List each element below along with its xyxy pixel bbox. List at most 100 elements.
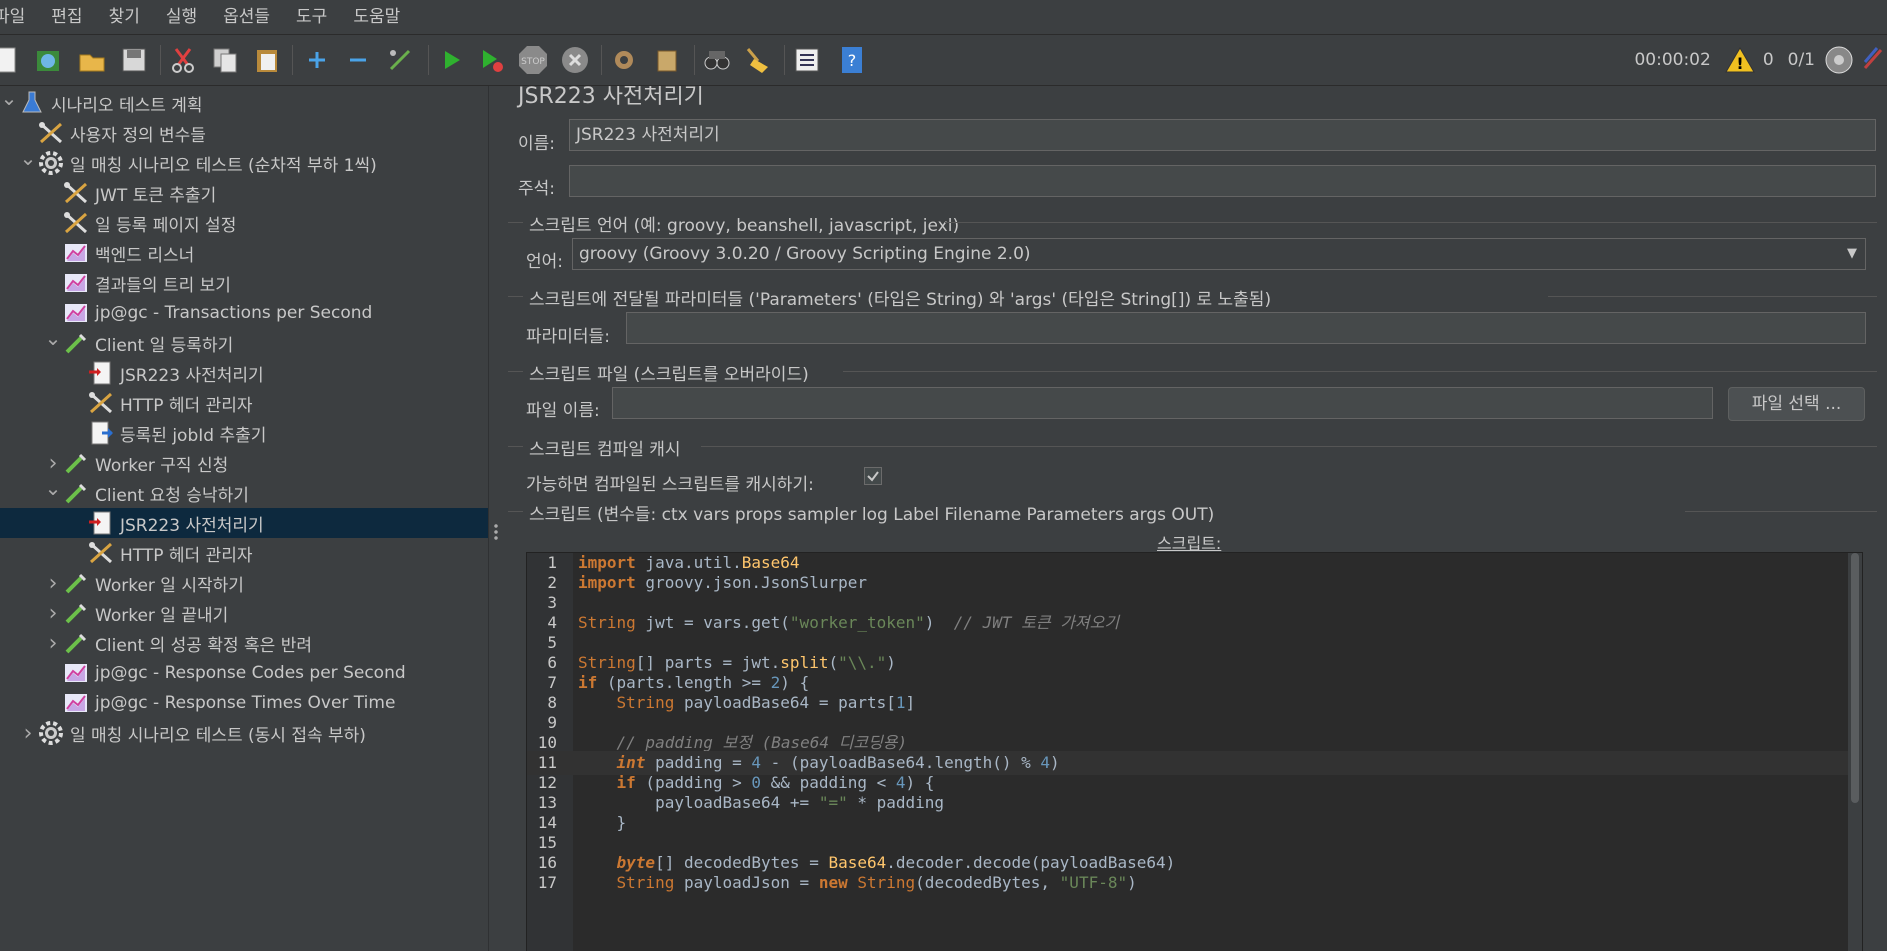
expand-icon[interactable] bbox=[300, 43, 334, 77]
comment-field[interactable] bbox=[569, 165, 1876, 197]
script-label: 스크립트: bbox=[1157, 534, 1222, 553]
code-token: ) { bbox=[780, 673, 810, 692]
remote-start-icon[interactable] bbox=[607, 43, 641, 77]
language-select[interactable]: groovy (Groovy 3.0.20 / Groovy Scripting… bbox=[572, 238, 1866, 270]
gear-icon bbox=[37, 150, 65, 176]
tree-node[interactable]: 일 등록 페이지 설정 bbox=[0, 208, 488, 238]
active-threads: 0/1 bbox=[1787, 50, 1815, 70]
code-line[interactable]: 17 String payloadJson = new String(decod… bbox=[527, 871, 1862, 895]
code-token: 4 bbox=[895, 773, 906, 792]
chevron-down-icon[interactable]: ⌄ bbox=[44, 326, 62, 350]
code-token: ( bbox=[828, 653, 839, 672]
name-field[interactable]: JSR223 사전처리기 bbox=[569, 119, 1876, 151]
chevron-right-icon[interactable]: › bbox=[19, 721, 37, 746]
tools-icon bbox=[37, 120, 65, 146]
tree-node[interactable]: › Worker 일 시작하기 bbox=[0, 568, 488, 598]
chevron-right-icon[interactable]: › bbox=[44, 571, 62, 596]
thread-status-icon bbox=[1823, 44, 1855, 76]
tree-node-label: 시나리오 테스트 계획 bbox=[51, 95, 203, 116]
menu-tools[interactable]: 도구 bbox=[283, 0, 340, 34]
tree-node[interactable]: ⌄ 시나리오 테스트 계획 bbox=[0, 86, 488, 118]
tree-node[interactable]: 백엔드 리스너 bbox=[0, 238, 488, 268]
script-icon bbox=[87, 510, 115, 536]
code-token: jwt = vars.get( bbox=[635, 613, 790, 632]
stop-icon[interactable]: STOP bbox=[516, 43, 550, 77]
tree-node-label: jp@gc - Response Times Over Time bbox=[95, 693, 396, 713]
tree-node-label: 일 등록 페이지 설정 bbox=[95, 215, 237, 236]
tree-node-label: HTTP 헤더 관리자 bbox=[120, 545, 253, 566]
tree-node[interactable]: ⌄ Client 요청 승낙하기 bbox=[0, 476, 488, 508]
broom-icon[interactable] bbox=[740, 43, 774, 77]
paste-icon[interactable] bbox=[250, 43, 284, 77]
tree-node[interactable]: ⌄ 일 매칭 시나리오 테스트 (순차적 부하 1씩) bbox=[0, 146, 488, 178]
chevron-right-icon[interactable]: › bbox=[44, 451, 62, 476]
cut-icon[interactable] bbox=[166, 43, 200, 77]
function-helper-icon[interactable] bbox=[790, 43, 824, 77]
chevron-right-icon[interactable]: › bbox=[44, 631, 62, 656]
menu-search[interactable]: 찾기 bbox=[96, 0, 153, 34]
tree-node-label: Client 일 등록하기 bbox=[95, 335, 234, 356]
cache-compiled-checkbox[interactable] bbox=[864, 467, 882, 485]
tree-node[interactable]: HTTP 헤더 관리자 bbox=[0, 388, 488, 418]
code-token: import bbox=[578, 573, 636, 592]
menu-run[interactable]: 실행 bbox=[153, 0, 210, 34]
code-token: String bbox=[616, 693, 675, 712]
tree-node[interactable]: JSR223 사전처리기 bbox=[0, 508, 488, 538]
parameters-field[interactable] bbox=[626, 312, 1866, 344]
split-pane-divider[interactable] bbox=[488, 86, 504, 951]
tree-node[interactable]: JWT 토큰 추출기 bbox=[0, 178, 488, 208]
log-viewer-icon[interactable] bbox=[1863, 44, 1883, 76]
chevron-down-icon[interactable]: ⌄ bbox=[0, 86, 18, 110]
menu-file[interactable]: 파일 bbox=[0, 0, 38, 34]
script-editor[interactable]: 1 import java.util.Base64 2 import groovy.j… bbox=[526, 552, 1863, 951]
tools-icon bbox=[87, 540, 115, 566]
new-icon[interactable] bbox=[0, 43, 22, 77]
tree-node[interactable]: › Worker 일 끝내기 bbox=[0, 598, 488, 628]
toggle-icon[interactable] bbox=[383, 43, 417, 77]
chevron-down-icon[interactable]: ⌄ bbox=[19, 146, 37, 170]
browse-file-button[interactable]: 파일 선택 ... bbox=[1728, 387, 1865, 421]
menu-help[interactable]: 도움말 bbox=[340, 0, 413, 34]
tree-node[interactable]: › 일 매칭 시나리오 테스트 (동시 접속 부하) bbox=[0, 718, 488, 748]
chevron-right-icon[interactable]: › bbox=[44, 601, 62, 626]
collapse-icon[interactable] bbox=[341, 43, 375, 77]
help-icon[interactable]: ? bbox=[835, 43, 869, 77]
svg-text:!: ! bbox=[1736, 54, 1743, 73]
tree-node[interactable]: 사용자 정의 변수들 bbox=[0, 118, 488, 148]
pipette-icon bbox=[62, 630, 90, 656]
editor-scrollbar[interactable] bbox=[1848, 553, 1862, 951]
save-icon[interactable] bbox=[117, 43, 151, 77]
tree-node[interactable]: jp@gc - Response Codes per Second bbox=[0, 658, 488, 688]
shutdown-icon[interactable] bbox=[558, 43, 592, 77]
tree-node[interactable]: JSR223 사전처리기 bbox=[0, 358, 488, 388]
tree-node[interactable]: jp@gc - Response Times Over Time bbox=[0, 688, 488, 718]
clear-icon[interactable] bbox=[650, 43, 684, 77]
templates-icon[interactable] bbox=[31, 43, 65, 77]
file-name-field[interactable] bbox=[612, 387, 1713, 419]
tree-node[interactable]: › Worker 구직 신청 bbox=[0, 448, 488, 478]
tree-node[interactable]: › Client 의 성공 확정 혹은 반려 bbox=[0, 628, 488, 658]
panel-title: JSR223 사전처리기 bbox=[518, 86, 704, 109]
menu-options[interactable]: 옵션들 bbox=[210, 0, 283, 34]
tree-node[interactable]: 등록된 jobId 추출기 bbox=[0, 418, 488, 448]
tree-node[interactable]: 결과들의 트리 보기 bbox=[0, 268, 488, 298]
copy-icon[interactable] bbox=[208, 43, 242, 77]
script-file-section-title: 스크립트 파일 (스크립트를 오버라이드) bbox=[529, 365, 809, 385]
open-icon[interactable] bbox=[75, 43, 109, 77]
tree-node[interactable]: ⌄ Client 일 등록하기 bbox=[0, 326, 488, 358]
chevron-down-icon[interactable]: ⌄ bbox=[44, 476, 62, 500]
menu-edit[interactable]: 편집 bbox=[38, 0, 95, 34]
tree-node[interactable]: HTTP 헤더 관리자 bbox=[0, 538, 488, 568]
warning-icon[interactable]: ! bbox=[1724, 46, 1755, 74]
search-binoculars-icon[interactable] bbox=[700, 43, 734, 77]
tools-icon bbox=[87, 390, 115, 416]
tree-node[interactable]: jp@gc - Transactions per Second bbox=[0, 298, 488, 328]
tree-node-label: 일 매칭 시나리오 테스트 (동시 접속 부하) bbox=[70, 725, 366, 746]
name-label: 이름: bbox=[518, 134, 556, 154]
code-token: if bbox=[578, 673, 598, 692]
start-icon[interactable] bbox=[434, 43, 468, 77]
chart-icon bbox=[62, 240, 90, 266]
start-no-pause-icon[interactable] bbox=[474, 43, 508, 77]
